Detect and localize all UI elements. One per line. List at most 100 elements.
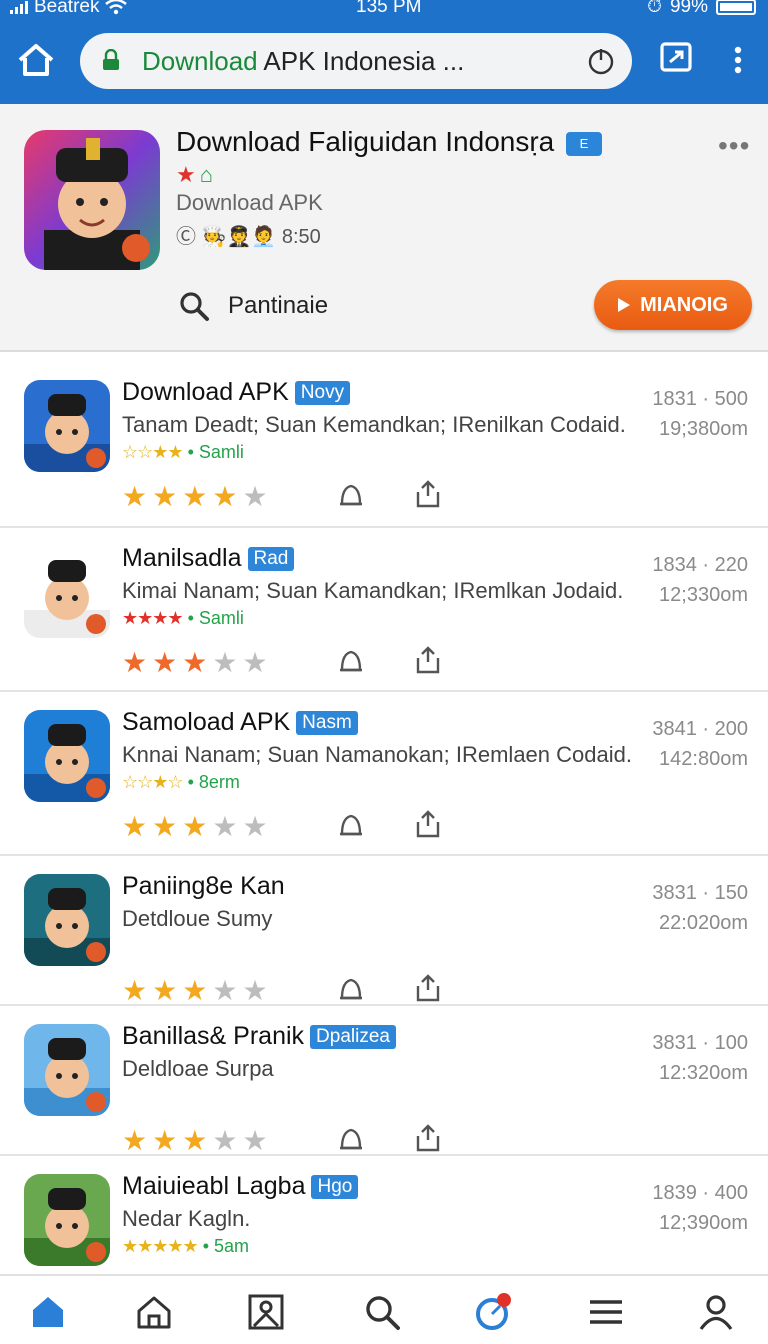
rating-star-icon: ★ xyxy=(212,975,238,1006)
app-stats: 3841 · 200 142:80om xyxy=(652,714,748,774)
rating-star-icon: ★ xyxy=(152,811,178,842)
featured-title[interactable]: Download Faliguidan Indonsṛa xyxy=(176,126,554,158)
app-icon[interactable] xyxy=(24,874,110,966)
mini-stars: ★★★★ xyxy=(122,608,184,628)
search-nav-icon[interactable] xyxy=(362,1292,402,1332)
app-name-line[interactable]: Maiuieabl Lagba Hgo xyxy=(122,1172,359,1201)
app-name[interactable]: Maiuieabl Lagba xyxy=(122,1172,305,1201)
share-icon[interactable] xyxy=(414,808,442,840)
mini-stars: ☆☆★☆ xyxy=(122,772,184,792)
app-tag: Dpalizea xyxy=(310,1024,396,1049)
bell-icon[interactable] xyxy=(338,974,364,1004)
app-list-row[interactable]: Maiuieabl Lagba Hgo Nedar Kagln. ★★★★★ •… xyxy=(0,1156,768,1306)
bell-icon[interactable] xyxy=(338,1124,364,1154)
app-stats-line1: 1839 · 400 xyxy=(652,1182,748,1204)
play-icon xyxy=(618,298,631,312)
app-name-line[interactable]: Download APK Novy xyxy=(122,378,351,407)
rating-star-icon: ★ xyxy=(182,811,208,842)
profile-icon[interactable] xyxy=(696,1292,736,1332)
featured-app-card[interactable]: Download Faliguidan Indonsṛa E ••• ★ ⌂ D… xyxy=(0,104,768,352)
app-name[interactable]: Download APK xyxy=(122,378,289,407)
app-name[interactable]: Manilsadla xyxy=(122,544,242,573)
app-name[interactable]: Paniing8e Kan xyxy=(122,872,285,901)
featured-search-label[interactable]: Pantinaie xyxy=(228,292,328,320)
url-bar[interactable]: Download APK Indonesia ... xyxy=(80,33,632,89)
app-name-line[interactable]: Manilsadla Rad xyxy=(122,544,295,573)
search-icon[interactable] xyxy=(178,290,210,322)
mini-label: • 8erm xyxy=(187,772,240,792)
bell-icon[interactable] xyxy=(338,810,364,840)
house-icon: ⌂ xyxy=(199,162,214,187)
rating-star-icon: ★ xyxy=(182,1125,208,1156)
reload-icon[interactable] xyxy=(586,46,616,76)
rating-star-icon: ★ xyxy=(212,647,238,678)
bell-icon[interactable] xyxy=(338,480,364,510)
cta-label: MIANOIG xyxy=(640,293,728,316)
battery-icon xyxy=(716,0,756,15)
app-name-line[interactable]: Paniing8e Kan xyxy=(122,872,285,901)
app-stats-line1: 3831 · 100 xyxy=(652,1032,748,1054)
home-nav-icon[interactable] xyxy=(28,1292,68,1332)
app-description: Nedar Kagln. xyxy=(122,1206,251,1231)
more-options-icon[interactable]: ••• xyxy=(718,130,750,162)
rating-star-icon: ★ xyxy=(182,975,208,1006)
rating-star-icon: ★ xyxy=(152,1125,178,1156)
app-rating: ★★★★★ xyxy=(122,974,268,1007)
share-icon[interactable] xyxy=(414,478,442,510)
status-right: ⏱ 99% xyxy=(647,0,756,18)
app-description: Deldloae Surpa xyxy=(122,1056,274,1081)
app-icon[interactable] xyxy=(24,546,110,638)
mini-label: • 5am xyxy=(202,1236,250,1256)
app-list-row[interactable]: Download APK Novy Tanam Deadt; Suan Kema… xyxy=(0,362,768,528)
app-stats-line2: 12;330om xyxy=(659,584,748,606)
app-mini-rating: ☆☆★★ • Samli xyxy=(122,442,244,463)
mini-label: • Samli xyxy=(187,442,244,462)
status-bar: Beatrek 135 PM ⏱ 99% xyxy=(0,0,768,22)
app-stats: 1834 · 220 12;330om xyxy=(652,550,748,610)
featured-cta-button[interactable]: MIANOIG xyxy=(594,280,752,330)
featured-app-icon[interactable] xyxy=(24,130,160,270)
app-description: Kimai Nanam; Suan Kamandkan; IRemlkan Jo… xyxy=(122,578,624,603)
app-list-row[interactable]: Manilsadla Rad Kimai Nanam; Suan Kamandk… xyxy=(0,528,768,692)
app-icon[interactable] xyxy=(24,1174,110,1266)
app-icon[interactable] xyxy=(24,710,110,802)
app-icon[interactable] xyxy=(24,380,110,472)
rating-star-icon: ★ xyxy=(152,481,178,512)
rating-star-icon: ★ xyxy=(122,811,148,842)
app-name[interactable]: Samoload APK xyxy=(122,708,290,737)
app-icon[interactable] xyxy=(24,1024,110,1116)
app-stats: 1839 · 400 12;390om xyxy=(652,1178,748,1238)
app-description: Knnai Nanam; Suan Namanokan; IRemlaen Co… xyxy=(122,742,632,767)
home-outline-icon[interactable] xyxy=(134,1292,174,1332)
app-name-line[interactable]: Samoload APK Nasm xyxy=(122,708,358,737)
share-icon[interactable] xyxy=(414,1122,442,1154)
rating-star-icon: ★ xyxy=(122,647,148,678)
share-icon[interactable] xyxy=(414,972,442,1004)
url-highlight: Download xyxy=(142,46,258,76)
rating-star-icon: ★ xyxy=(242,1125,268,1156)
app-list-row[interactable]: Banillas& Pranik Dpalizea Deldloae Surpa… xyxy=(0,1006,768,1156)
kebab-menu-icon[interactable] xyxy=(728,44,748,76)
app-name-line[interactable]: Banillas& Pranik Dpalizea xyxy=(122,1022,396,1051)
app-name[interactable]: Banillas& Pranik xyxy=(122,1022,304,1051)
browser-toolbar: Beatrek 135 PM ⏱ 99% Download APK Indone… xyxy=(0,0,768,104)
home-icon[interactable] xyxy=(14,38,58,82)
url-text[interactable]: Download APK Indonesia ... xyxy=(142,46,464,77)
app-list-row[interactable]: Samoload APK Nasm Knnai Nanam; Suan Nama… xyxy=(0,692,768,856)
gallery-icon[interactable] xyxy=(246,1292,286,1332)
tabs-icon[interactable] xyxy=(658,40,694,76)
app-stats-line2: 12;390om xyxy=(659,1212,748,1234)
carrier-group: Beatrek xyxy=(10,0,128,18)
rating-star-icon: ★ xyxy=(212,811,238,842)
menu-icon[interactable] xyxy=(586,1292,626,1332)
app-stats-line2: 22:020om xyxy=(659,912,748,934)
app-mini-rating: ★★★★ • Samli xyxy=(122,608,244,629)
app-rating: ★★★★★ xyxy=(122,646,268,679)
updates-icon[interactable] xyxy=(472,1292,512,1332)
app-stats-line2: 19;380om xyxy=(659,418,748,440)
app-list-row[interactable]: Paniing8e Kan Detdloue Sumy ★ ★ ★ ★ ★ 3831 ·… xyxy=(0,856,768,1006)
share-icon[interactable] xyxy=(414,644,442,676)
app-stats-line2: 12:320om xyxy=(659,1062,748,1084)
lock-icon xyxy=(103,49,119,70)
bell-icon[interactable] xyxy=(338,646,364,676)
